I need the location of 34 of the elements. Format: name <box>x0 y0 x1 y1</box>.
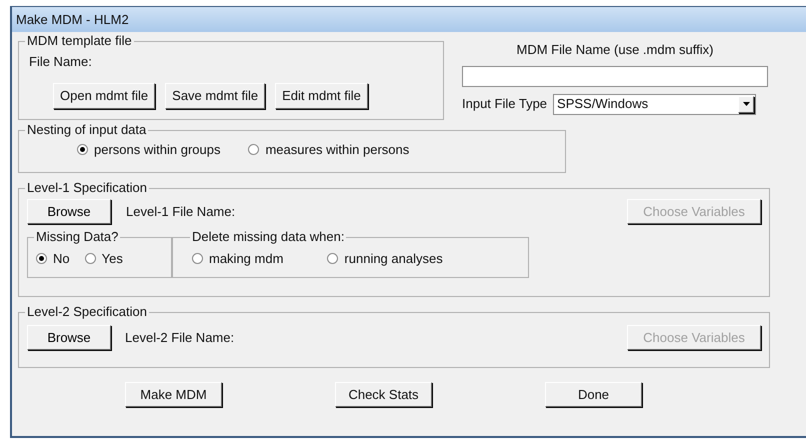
dialog-button[interactable]: Browse <box>27 199 111 224</box>
mdm-file-name-label: MDM File Name (use .mdm suffix) <box>516 41 714 59</box>
radio-label: making mdm <box>209 250 284 268</box>
window-title: Make MDM - HLM2 <box>16 10 129 29</box>
radio-label: running analyses <box>344 250 443 268</box>
file-name-label: File Name: <box>29 53 93 71</box>
dialog-button[interactable]: Browse <box>27 325 111 350</box>
radio-button[interactable] <box>77 144 88 156</box>
radio-label: measures within persons <box>265 141 410 159</box>
radio-button[interactable] <box>327 253 338 264</box>
level-2-file-name-label: Level-2 File Name: <box>125 328 234 347</box>
mdmt-file-button[interactable]: Save mdmt file <box>165 82 266 108</box>
radio-label: No <box>53 250 70 268</box>
radio-button[interactable] <box>248 144 260 156</box>
radio-button[interactable] <box>84 253 96 264</box>
radio-label: persons within groups <box>94 141 220 159</box>
mdmt-file-button[interactable]: Edit mdmt file <box>275 82 368 108</box>
level-1-file-name-label: Level-1 File Name: <box>126 202 236 221</box>
group-title: Missing Data? <box>35 230 120 244</box>
group-title: MDM template file <box>26 34 133 48</box>
radio-label: Yes <box>102 250 123 268</box>
input-file-type-label: Input File Type <box>462 95 548 114</box>
input-file-type-dropdown[interactable]: SPSS/Windows <box>553 94 756 114</box>
group-title: Level-1 Specification <box>26 181 148 195</box>
group-title: Nesting of input data <box>26 123 148 137</box>
group-title: Delete missing data when: <box>191 230 346 244</box>
dialog-button[interactable]: Done <box>545 382 642 407</box>
dialog-button[interactable]: Make MDM <box>125 382 222 407</box>
group-title: Level-2 Specification <box>26 305 148 319</box>
mdm-file-name-field[interactable] <box>462 66 768 86</box>
radio-button[interactable] <box>36 253 47 264</box>
dialog-button[interactable]: Check Stats <box>335 382 432 407</box>
mdmt-file-button[interactable]: Open mdmt file <box>53 82 156 108</box>
radio-button[interactable] <box>192 253 203 264</box>
